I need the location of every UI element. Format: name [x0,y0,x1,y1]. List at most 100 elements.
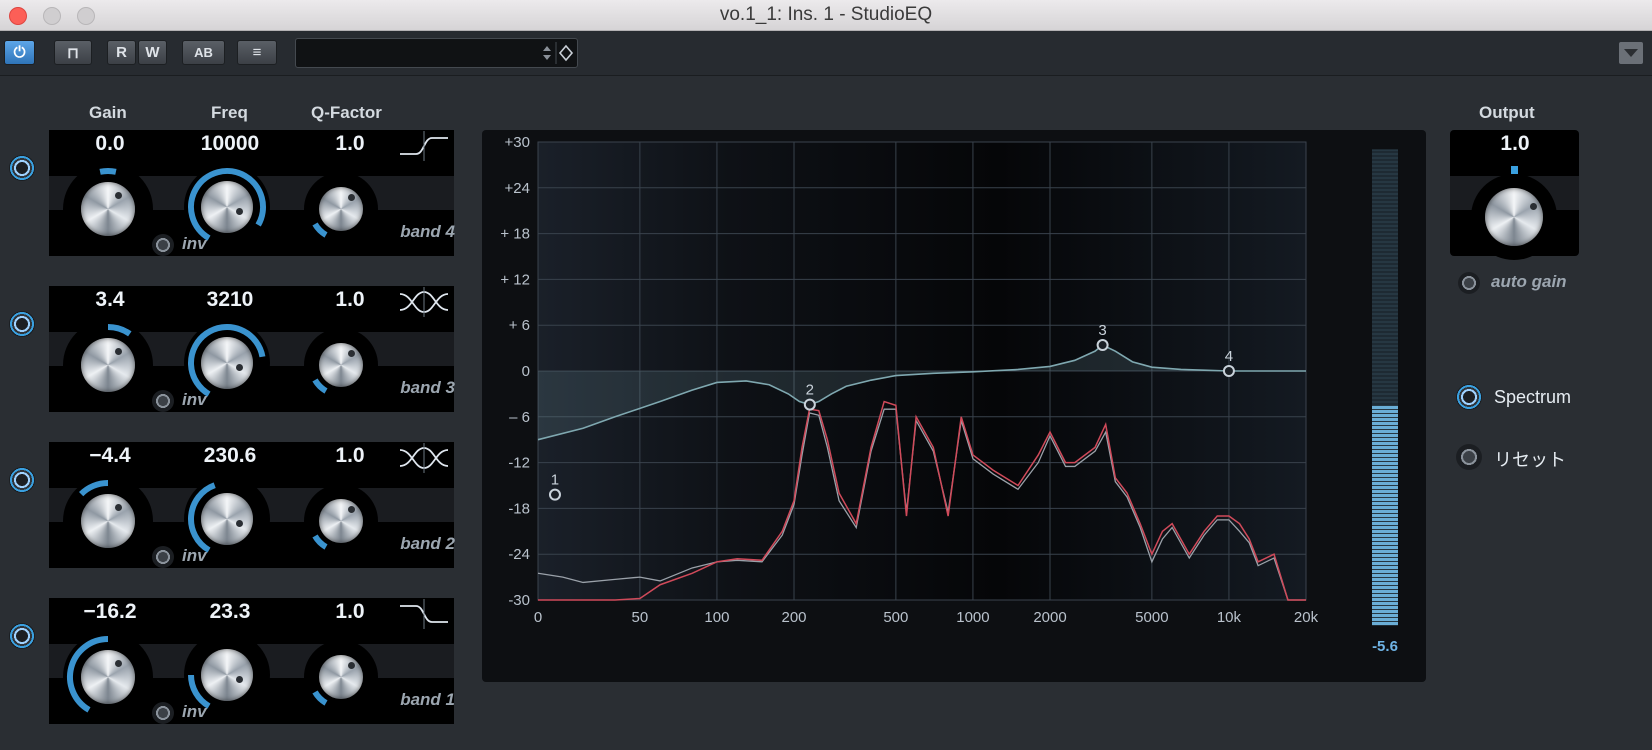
y-tick-label: -30 [508,592,530,609]
band-1-invert-toggle[interactable] [152,702,174,724]
meter-lit-segment [1372,498,1398,501]
band-3-panel: 3.4 3210 1.0 inv band 3 [49,286,455,412]
preset-arrows-icon[interactable] [540,42,574,64]
meter-lit-segment [1372,518,1398,521]
output-value: 1.0 [1500,132,1530,155]
meter-lit-segment [1372,422,1398,425]
spectrum-label: Spectrum [1494,387,1572,407]
meter-lit-segment [1372,450,1398,453]
read-automation-button[interactable]: R [107,40,136,65]
bypass-button[interactable]: ⊓ [54,40,92,65]
y-tick-label: – 6 [509,409,530,426]
band-1-q-knob[interactable] [304,640,378,714]
q-column-header: Q-Factor [311,103,382,122]
meter-lit-segment [1372,558,1398,561]
settings-button[interactable]: ≡ [237,40,277,65]
meter-lit-segment [1372,586,1398,589]
band-2-freq-value[interactable]: 230.6 [175,444,285,468]
x-tick-label: 1000 [956,609,989,626]
meter-lit-segment [1372,514,1398,517]
freq-column-header: Freq [211,103,248,122]
band-2-q-knob[interactable] [304,484,378,558]
band-1-enable-toggle[interactable] [9,623,35,649]
band-2-gain-knob[interactable] [63,476,153,566]
x-tick-label: 200 [781,609,806,626]
meter-lit-segment [1372,486,1398,489]
power-button[interactable]: ⏻ [4,40,35,65]
band-3-gain-knob[interactable] [63,320,153,410]
band-2-inv-label: inv [182,546,207,565]
output-panel: 1.0 [1450,130,1579,260]
x-tick-label: 5000 [1135,609,1168,626]
high-shelf-filter-icon[interactable] [398,130,450,162]
band-1-label: band 1 [400,690,455,709]
ab-compare-button[interactable]: AB [182,40,225,65]
band-2-panel: −4.4 230.6 1.0 inv band 2 [49,442,455,568]
band-3-invert-toggle[interactable] [152,390,174,412]
eq-curve-display[interactable]: +30+24+ 18+ 12+ 60– 6-12-18-24-300 50 100 2… [482,130,1426,682]
band-1-gain-knob[interactable] [63,632,153,722]
eq-node-label: 2 [806,382,814,399]
reset-button[interactable] [1456,444,1482,470]
band-4-gain-knob[interactable] [63,164,153,254]
spectrum-toggle[interactable] [1456,384,1482,410]
meter-lit-segment [1372,618,1398,621]
meter-lit-segment [1372,590,1398,593]
band-1-gain-value[interactable]: −16.2 [55,600,165,624]
band-3-enable-toggle[interactable] [9,311,35,337]
meter-lit-segment [1372,462,1398,465]
meter-lit-segment [1372,434,1398,437]
eq-graph[interactable]: +30 +24 + 18 + 12 + 6 0– 6 -12 -18 -24 -30 0 50 100 2… [482,130,1426,682]
meter-lit-segment [1372,470,1398,473]
band-3-q-value[interactable]: 1.0 [295,288,405,312]
band-2-enable-toggle[interactable] [9,467,35,493]
meter-value: -5.6 [1372,638,1398,655]
meter-lit-segment [1372,594,1398,597]
band-3-freq-value[interactable]: 3210 [175,288,285,312]
meter-lit-segment [1372,446,1398,449]
band-4-gain-value[interactable]: 0.0 [55,132,165,156]
meter-lit-segment [1372,622,1398,625]
low-shelf-filter-icon[interactable] [398,598,450,630]
meter-lit-segment [1372,582,1398,585]
y-tick-label: -12 [508,455,530,472]
band-4-q-value[interactable]: 1.0 [295,132,405,156]
band-3-gain-value[interactable]: 3.4 [55,288,165,312]
meter-lit-segment [1372,458,1398,461]
meter-lit-segment [1372,526,1398,529]
band-1-q-value[interactable]: 1.0 [295,600,405,624]
write-automation-button[interactable]: W [138,40,167,65]
peak-filter-icon[interactable] [398,286,450,318]
eq-node-1 [548,488,561,501]
band-1-freq-value[interactable]: 23.3 [175,600,285,624]
band-3-q-knob[interactable] [304,328,378,402]
meter-lit-segment [1372,466,1398,469]
meter-lit-segment [1372,474,1398,477]
band-4-enable-toggle[interactable] [9,155,35,181]
meter-lit-segment [1372,534,1398,537]
peak-filter-icon[interactable] [398,442,450,474]
x-tick-label: 10k [1217,609,1242,626]
meter-lit-segment [1372,554,1398,557]
meter-lit-segment [1372,614,1398,617]
output-knob[interactable] [1471,174,1557,260]
auto-gain-toggle[interactable] [1458,272,1480,294]
band-2-gain-value[interactable]: −4.4 [55,444,165,468]
meter-lit-segment [1372,430,1398,433]
auto-gain-label: auto gain [1491,272,1567,291]
eq-node-label: 4 [1225,348,1233,365]
band-2-q-value[interactable]: 1.0 [295,444,405,468]
band-4-invert-toggle[interactable] [152,234,174,256]
band-4-freq-value[interactable]: 10000 [175,132,285,156]
meter-lit-segment [1372,506,1398,509]
window-title: vo.1_1: Ins. 1 - StudioEQ [719,4,933,25]
chevron-down-icon[interactable] [1619,42,1643,64]
x-tick-label: 500 [883,609,908,626]
meter-lit-segment [1372,598,1398,601]
band-4-q-knob[interactable] [304,172,378,246]
meter-lit-segment [1372,410,1398,413]
eq-node-label: 3 [1098,322,1106,339]
band-2-invert-toggle[interactable] [152,546,174,568]
meter-lit-segment [1372,538,1398,541]
preset-field[interactable] [295,38,578,68]
